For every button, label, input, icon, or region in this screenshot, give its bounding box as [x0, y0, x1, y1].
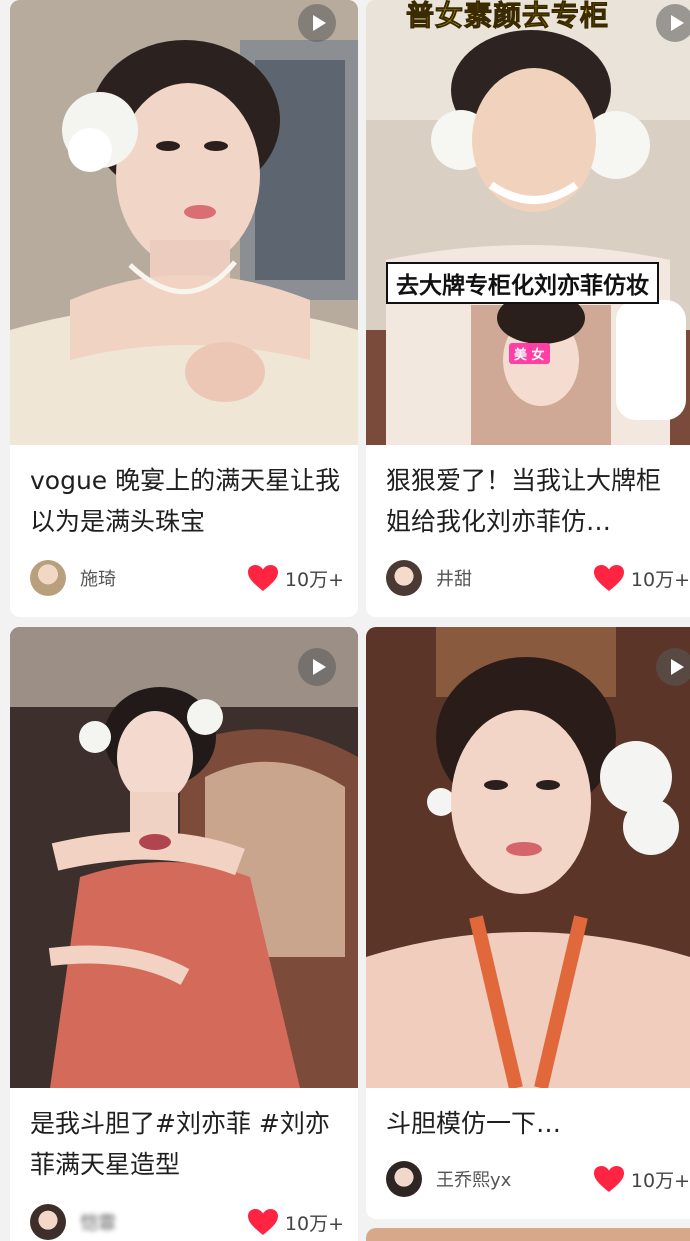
- like-count: 10万+: [630, 568, 690, 591]
- heart-icon: [593, 565, 624, 591]
- feed-card[interactable]: 普女素颜去专柜 去大牌专柜化刘亦菲仿妆 美 女 狠狠爱了！当我让大牌柜姐给我化刘…: [366, 0, 690, 617]
- card-title: 是我斗胆了#刘亦菲 #刘亦菲满天星造型: [30, 1109, 330, 1179]
- feed-card[interactable]: vogue 晚宴上的满天星让我以为是满头珠宝 施琦 10万+: [10, 0, 358, 617]
- author-name[interactable]: 恺霏: [80, 1209, 247, 1235]
- author-avatar[interactable]: [30, 560, 66, 596]
- feed-card[interactable]: 斗胆模仿一下… 王乔熙yx 10万+: [366, 627, 690, 1219]
- card-title: vogue 晚宴上的满天星让我以为是满头珠宝: [30, 466, 341, 536]
- author-name[interactable]: 施琦: [80, 565, 247, 591]
- like-button[interactable]: 10万+: [247, 564, 344, 592]
- like-button[interactable]: 10万+: [593, 564, 690, 592]
- cover-image[interactable]: 普女素颜去专柜 去大牌专柜化刘亦菲仿妆 美 女: [366, 0, 690, 445]
- video-text-banner: 普女素颜去专柜: [405, 0, 610, 33]
- video-tag: 美 女: [509, 343, 550, 364]
- like-count: 10万+: [284, 568, 344, 591]
- feed-card-peek[interactable]: [366, 1228, 690, 1241]
- cover-image[interactable]: [10, 627, 358, 1088]
- video-play-icon: [298, 648, 336, 686]
- portrait-illustration: [10, 0, 358, 445]
- portrait-illustration: [366, 0, 690, 445]
- feed-card[interactable]: 是我斗胆了#刘亦菲 #刘亦菲满天星造型 恺霏 10万+: [10, 627, 358, 1241]
- heart-icon: [593, 1166, 624, 1192]
- like-count: 10万+: [630, 1169, 690, 1192]
- card-meta: 恺霏 10万+: [30, 1202, 358, 1241]
- video-play-icon: [656, 4, 690, 42]
- card-meta: 井甜 10万+: [386, 558, 690, 598]
- card-title: 斗胆模仿一下…: [386, 1109, 562, 1138]
- card-meta: 王乔熙yx 10万+: [386, 1159, 690, 1199]
- like-count: 10万+: [284, 1212, 344, 1235]
- author-name[interactable]: 王乔熙yx: [436, 1166, 593, 1192]
- heart-icon: [247, 1209, 278, 1235]
- author-name[interactable]: 井甜: [436, 565, 593, 591]
- video-play-icon: [298, 4, 336, 42]
- heart-icon: [247, 565, 278, 591]
- like-button[interactable]: 10万+: [247, 1208, 344, 1236]
- cover-image[interactable]: [366, 627, 690, 1088]
- card-meta: 施琦 10万+: [30, 558, 358, 598]
- author-avatar[interactable]: [386, 560, 422, 596]
- portrait-illustration: [366, 627, 690, 1088]
- card-title: 狠狠爱了！当我让大牌柜姐给我化刘亦菲仿…: [386, 466, 662, 536]
- video-play-icon: [656, 648, 690, 686]
- like-button[interactable]: 10万+: [593, 1165, 690, 1193]
- portrait-illustration: [10, 627, 358, 1088]
- cover-image[interactable]: [10, 0, 358, 445]
- author-avatar[interactable]: [30, 1204, 66, 1240]
- video-caption: 去大牌专柜化刘亦菲仿妆: [386, 262, 659, 304]
- author-avatar[interactable]: [386, 1161, 422, 1197]
